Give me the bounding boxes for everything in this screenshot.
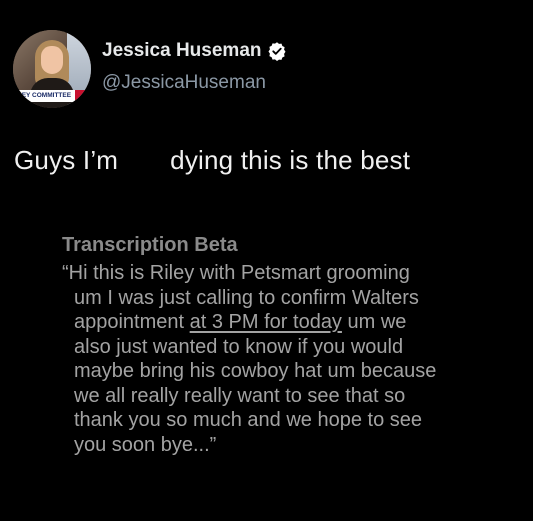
transcription-line: you soon bye...”: [74, 433, 217, 456]
author-name[interactable]: Jessica Huseman: [102, 40, 262, 62]
transcription-block: Transcription Beta “Hi this is Riley wit…: [62, 234, 532, 457]
transcription-line: appointment at 3 PM for today um we: [62, 310, 532, 335]
transcription-line: we all really really want to see that so: [74, 384, 406, 407]
transcription-line: thank you so much and we hope to see: [74, 409, 423, 431]
transcription-line: maybe bring his cowboy hat um because: [74, 360, 437, 382]
transcription-line: also just wanted to know if you would: [74, 335, 404, 358]
author-handle[interactable]: @JessicaHuseman: [102, 72, 266, 94]
transcription-text: um we: [341, 311, 407, 333]
tweet-text: Guys I’m dying this is the best: [14, 145, 410, 176]
tweet-card: KEY COMMITTEE Jessica Huseman @JessicaHu…: [0, 0, 533, 521]
transcription-line: um I was just calling to confirm Walters: [74, 286, 419, 309]
transcription-text: appointment: [74, 311, 190, 333]
transcription-heading: Transcription Beta: [62, 234, 238, 256]
avatar-ribbon-accent: [75, 90, 91, 102]
verified-badge-icon: [268, 42, 285, 61]
tweet-text-before: Guys I’m: [14, 145, 119, 175]
appointment-time-link[interactable]: at 3 PM for today: [190, 311, 342, 333]
author-name-row[interactable]: Jessica Huseman: [102, 40, 287, 62]
avatar-face: [41, 46, 63, 74]
avatar-ribbon: KEY COMMITTEE: [13, 90, 75, 102]
avatar[interactable]: KEY COMMITTEE: [13, 30, 91, 108]
tweet-text-after: dying this is the best: [170, 145, 411, 175]
transcription-line: “Hi this is Riley with Petsmart grooming: [62, 262, 410, 284]
transcription-body: “Hi this is Riley with Petsmart grooming…: [62, 261, 532, 457]
